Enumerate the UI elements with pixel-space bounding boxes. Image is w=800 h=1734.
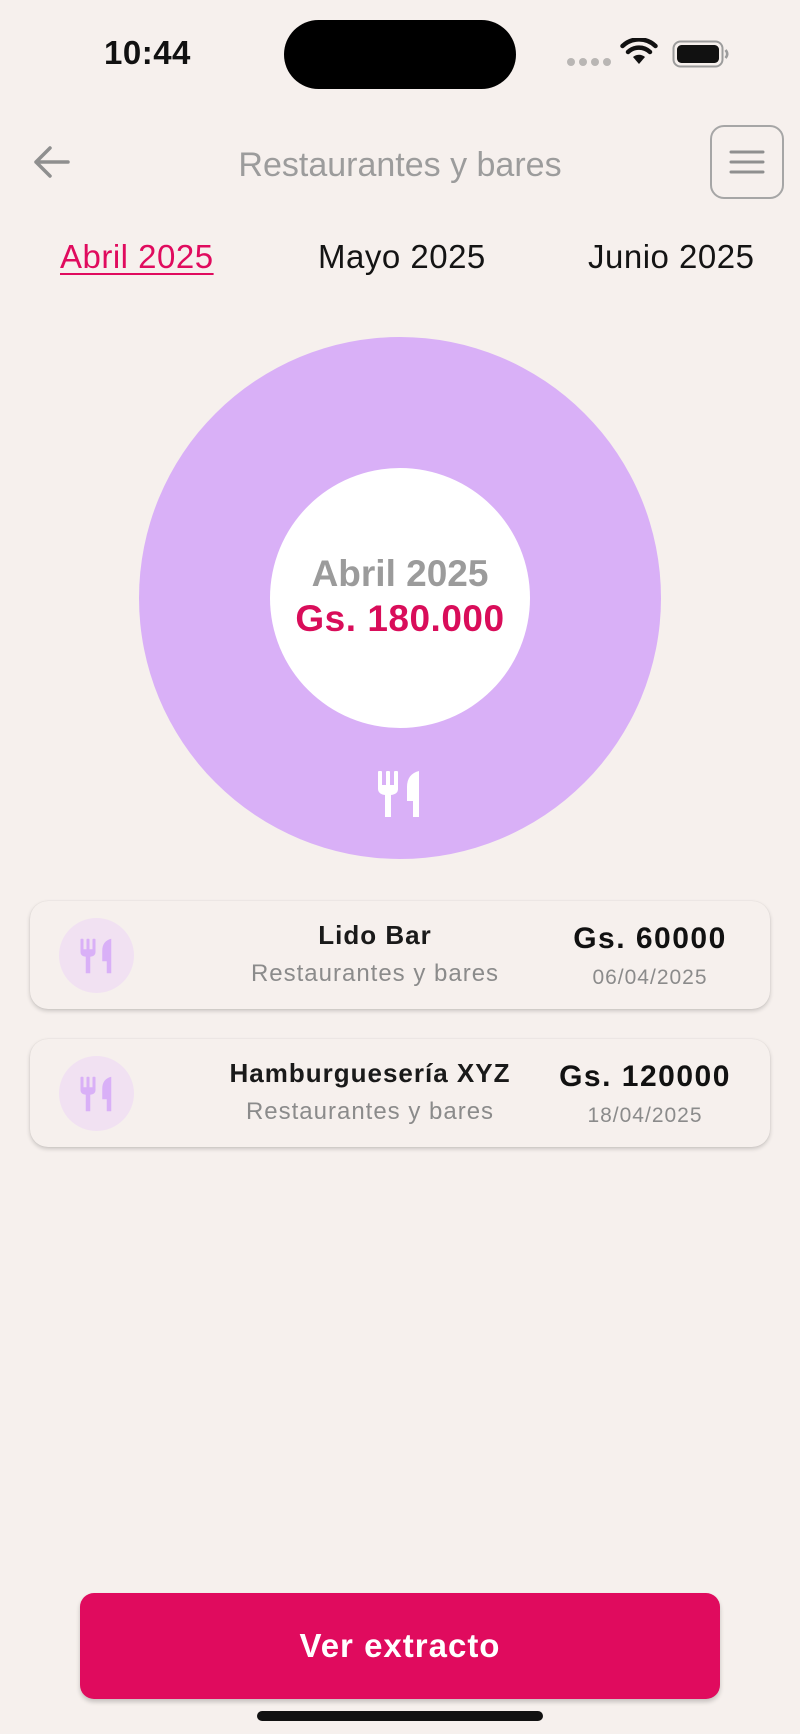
transaction-category-avatar bbox=[59, 918, 134, 993]
restaurant-icon bbox=[378, 771, 419, 817]
cellular-signal-icon bbox=[567, 58, 611, 66]
chart-center-total: Gs. 180.000 bbox=[295, 598, 505, 639]
home-indicator bbox=[257, 1711, 543, 1721]
wifi-icon bbox=[620, 38, 658, 64]
transaction-amount: Gs. 60000 bbox=[573, 922, 727, 955]
transaction-merchant: Lido Bar bbox=[318, 920, 432, 950]
tab-junio-2025[interactable]: Junio 2025 bbox=[588, 238, 754, 276]
transaction-category: Restaurantes y bares bbox=[245, 1098, 495, 1125]
transaction-date: 18/04/2025 bbox=[587, 1104, 703, 1127]
transaction-card[interactable]: Hamburguesería XYZ Restaurantes y bares … bbox=[30, 1039, 770, 1147]
dynamic-island bbox=[284, 20, 516, 89]
transaction-merchant: Hamburguesería XYZ bbox=[229, 1058, 511, 1088]
transaction-card[interactable]: Lido Bar Restaurantes y bares Gs. 60000 … bbox=[30, 901, 770, 1009]
transaction-date: 06/04/2025 bbox=[592, 966, 708, 989]
hamburger-menu-icon bbox=[729, 150, 765, 174]
arrow-left-icon bbox=[34, 146, 70, 178]
app-header: Restaurantes y bares bbox=[0, 120, 800, 200]
restaurant-icon bbox=[80, 1076, 111, 1111]
restaurant-icon bbox=[80, 938, 111, 973]
ver-extracto-button[interactable]: Ver extracto bbox=[80, 1593, 720, 1699]
tab-mayo-2025[interactable]: Mayo 2025 bbox=[318, 238, 486, 276]
month-tabs: Abril 2025 Mayo 2025 Junio 2025 bbox=[0, 238, 800, 288]
tab-abril-2025[interactable]: Abril 2025 bbox=[60, 238, 214, 276]
spending-donut-chart: Abril 2025 Gs. 180.000 bbox=[139, 337, 661, 859]
menu-button[interactable] bbox=[710, 125, 784, 199]
status-time: 10:44 bbox=[104, 34, 191, 71]
battery-icon bbox=[672, 40, 729, 68]
back-button[interactable] bbox=[28, 140, 76, 184]
status-bar: 10:44 bbox=[0, 0, 800, 100]
page-title: Restaurantes y bares bbox=[238, 146, 562, 184]
transaction-category-avatar bbox=[59, 1056, 134, 1131]
chart-center-month: Abril 2025 bbox=[311, 553, 489, 594]
transaction-amount: Gs. 120000 bbox=[559, 1060, 731, 1093]
transaction-category: Restaurantes y bares bbox=[250, 960, 500, 987]
